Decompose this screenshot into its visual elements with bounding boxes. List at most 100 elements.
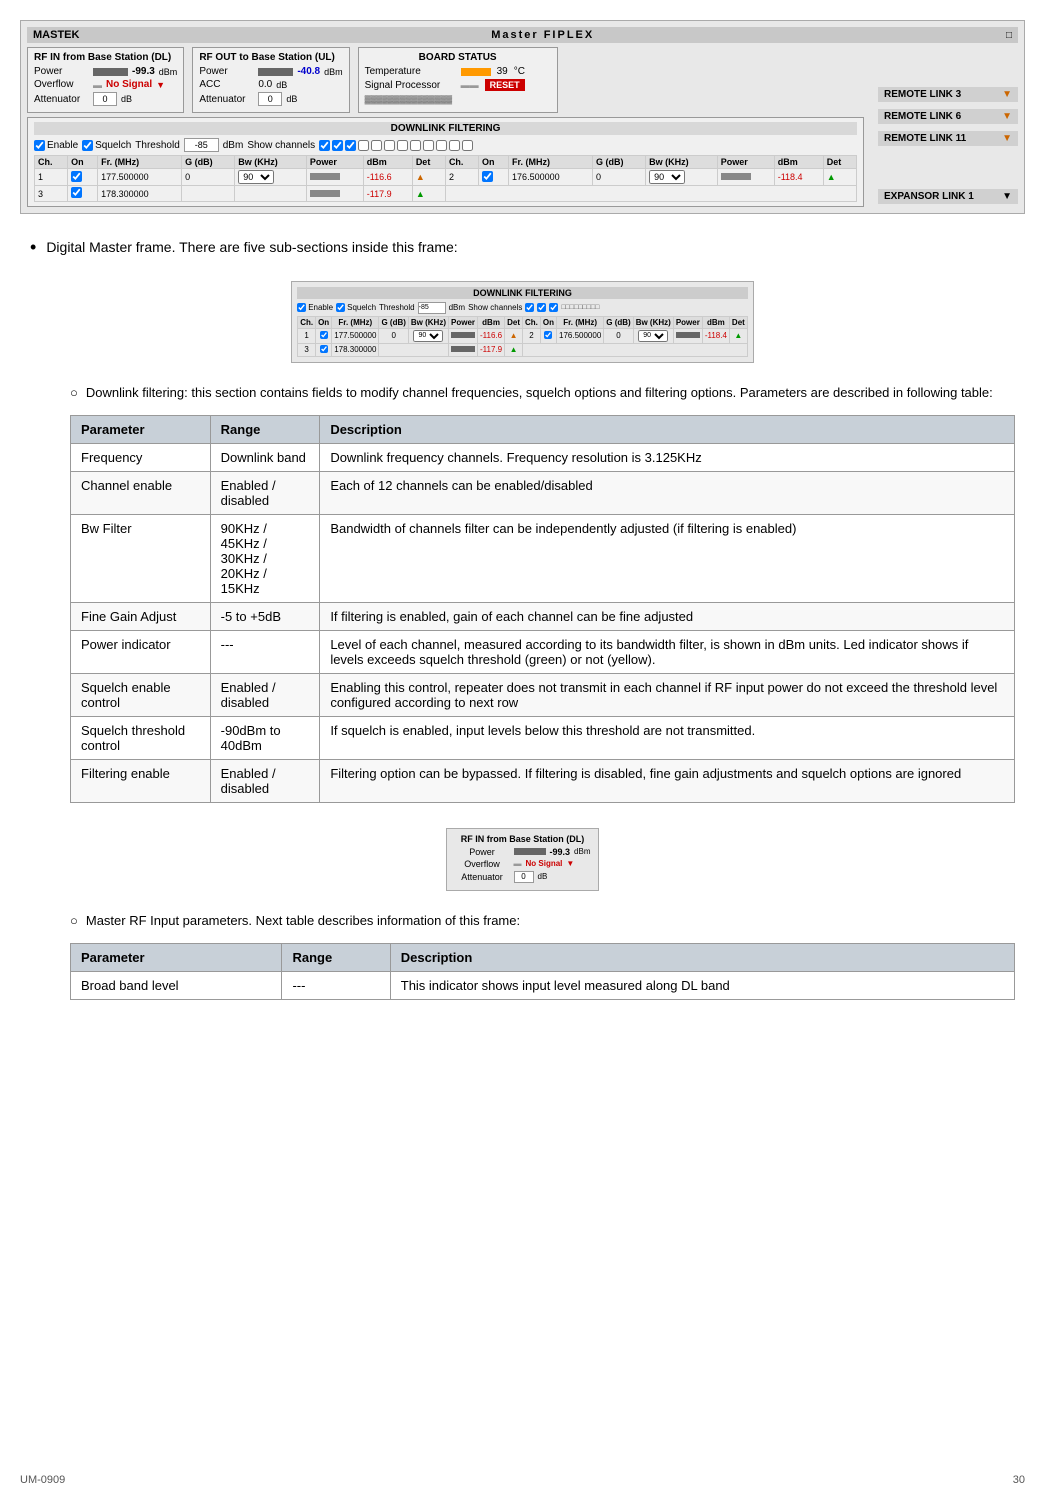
ch-dbm-val: -117.9 [363, 186, 412, 202]
param-name: Fine Gain Adjust [71, 602, 211, 630]
param-col-description: Description [320, 415, 1015, 443]
ch-cb-9[interactable] [423, 140, 434, 151]
rf-out-att-label: Attenuator [199, 94, 254, 105]
col-on: On [68, 156, 98, 169]
mini-controls: Enable Squelch Threshold dBm Show channe… [297, 302, 748, 314]
col-dbm2: dBm [774, 156, 823, 169]
rf-out-acc-label: ACC [199, 79, 254, 90]
ch-dbm-val: -116.6 [363, 169, 412, 186]
downlink-section: DOWNLINK FILTERING Enable Squelch Thresh… [27, 117, 864, 207]
close-icon[interactable]: □ [1006, 30, 1012, 41]
mini-col-fr: Fr. (MHz) [332, 316, 379, 328]
ch-cb-4[interactable] [358, 140, 369, 151]
mini-bw2[interactable]: 90 [633, 328, 673, 343]
ch-cb-2[interactable] [332, 140, 343, 151]
param-col-parameter: Parameter [71, 415, 211, 443]
expansor-arrow: ▼ [1002, 191, 1012, 202]
mini-ch-cb2[interactable] [537, 303, 546, 312]
ch-g2: 0 [593, 169, 646, 186]
param-range: Enabled / disabled [210, 759, 320, 802]
mini-ch-cb3[interactable] [549, 303, 558, 312]
ch-cb-7[interactable] [397, 140, 408, 151]
mini-table-row: 1 177.500000 0 90 -116.6 ▲ 2 176.500000 … [298, 328, 748, 343]
mini-on3[interactable] [316, 343, 332, 356]
ch-cb-8[interactable] [410, 140, 421, 151]
ch-g: 0 [182, 169, 235, 186]
ch-on-cb2[interactable] [479, 169, 509, 186]
ch-on-cb[interactable] [68, 186, 98, 202]
ch-bw-sel[interactable]: 90 [235, 169, 307, 186]
mini-ch-cb1[interactable] [525, 303, 534, 312]
remote-link-6-arrow: ▼ [1002, 111, 1012, 122]
ch-on-cb[interactable] [68, 169, 98, 186]
param-range: Downlink band [210, 443, 320, 471]
rf-mini-overflow-row: Overflow ▬ No Signal ▼ [455, 859, 591, 869]
mini-squelch-cb[interactable] [336, 303, 345, 312]
ch-cb-6[interactable] [384, 140, 395, 151]
threshold-label: Threshold [135, 140, 179, 151]
mini-enable-cb[interactable] [297, 303, 306, 312]
ch-cb-3[interactable] [345, 140, 356, 151]
mini-on2[interactable] [540, 328, 556, 343]
downlink-title: DOWNLINK FILTERING [34, 122, 857, 135]
enable-checkbox-label[interactable]: Enable [34, 140, 78, 151]
expansor-link-item[interactable]: EXPANSOR LINK 1 ▼ [878, 189, 1018, 204]
rf-out-att-unit: dB [286, 94, 297, 104]
rf-in-overflow-row: Overflow ▬ No Signal ▼ [34, 79, 177, 90]
rf-mini-power-bar [514, 848, 546, 855]
rf-out-power-label: Power [199, 66, 254, 77]
enable-checkbox[interactable] [34, 140, 45, 151]
mini-dbm2: -118.4 [702, 328, 729, 343]
mini-col-dbm: dBm [478, 316, 505, 328]
remote-link-3-item[interactable]: REMOTE LINK 3 ▼ [878, 87, 1018, 102]
ch-cb-11[interactable] [449, 140, 460, 151]
mini-enable-label[interactable]: Enable [297, 303, 333, 312]
remote-link-3-arrow: ▼ [1002, 89, 1012, 100]
temp-bar [461, 68, 491, 76]
overflow-indicator: ▬ [93, 80, 102, 90]
rf-in-no-signal: No Signal [106, 79, 152, 90]
ch-cb-1[interactable] [319, 140, 330, 151]
rf-in-attenuator-row: Attenuator dB [34, 92, 177, 106]
squelch-checkbox[interactable] [82, 140, 93, 151]
ch-cb-12[interactable] [462, 140, 473, 151]
rf-out-att-input[interactable] [258, 92, 282, 106]
rf-in-att-input[interactable] [93, 92, 117, 106]
expansor-label: EXPANSOR LINK 1 [884, 191, 974, 202]
mini-table-row: 3 178.300000 -117.9 ▲ [298, 343, 748, 356]
reset-button[interactable]: RESET [485, 79, 525, 91]
col-fr: Fr. (MHz) [98, 156, 182, 169]
mini-squelch-label[interactable]: Squelch [336, 303, 376, 312]
rf-out-acc-value: 0.0 [258, 79, 272, 90]
param-desc: Downlink frequency channels. Frequency r… [320, 443, 1015, 471]
mini-dbm-unit: dBm [449, 303, 465, 312]
rf-out-att-row: Attenuator dB [199, 92, 342, 106]
remote-link-11-item[interactable]: REMOTE LINK 11 ▼ [878, 131, 1018, 146]
param-row-fine-gain: Fine Gain Adjust -5 to +5dB If filtering… [71, 602, 1015, 630]
mini-on1[interactable] [316, 328, 332, 343]
rf-mini-no-signal: No Signal [526, 859, 563, 868]
ch-cb-10[interactable] [436, 140, 447, 151]
param-range: Enabled / disabled [210, 673, 320, 716]
sub-bullet-text-2: Master RF Input parameters. Next table d… [86, 913, 520, 928]
mini-det3: ▲ [505, 343, 523, 356]
temp-unit: °C [514, 66, 525, 77]
param2-col-range: Range [282, 943, 390, 971]
mini-show-ch-text: Show channels [468, 303, 522, 312]
mini-threshold-input[interactable] [418, 302, 446, 314]
param-name: Bw Filter [71, 514, 211, 602]
squelch-checkbox-label[interactable]: Squelch [82, 140, 131, 151]
param-desc: If squelch is enabled, input levels belo… [320, 716, 1015, 759]
remote-link-6-item[interactable]: REMOTE LINK 6 ▼ [878, 109, 1018, 124]
mini-freq3: 178.300000 [332, 343, 379, 356]
rf-in-power-value: -99.3 [132, 66, 155, 77]
temp-row: Temperature 39 °C [365, 66, 551, 77]
ch-bw-sel2[interactable]: 90 [646, 169, 718, 186]
mini-empty [523, 343, 748, 356]
mini-bw1[interactable]: 90 [408, 328, 448, 343]
rf-mini-att-input[interactable] [514, 871, 534, 883]
mini-col-dbm2: dBm [702, 316, 729, 328]
threshold-input[interactable] [184, 138, 219, 152]
rf-out-power-unit: dBm [324, 67, 343, 77]
ch-cb-5[interactable] [371, 140, 382, 151]
